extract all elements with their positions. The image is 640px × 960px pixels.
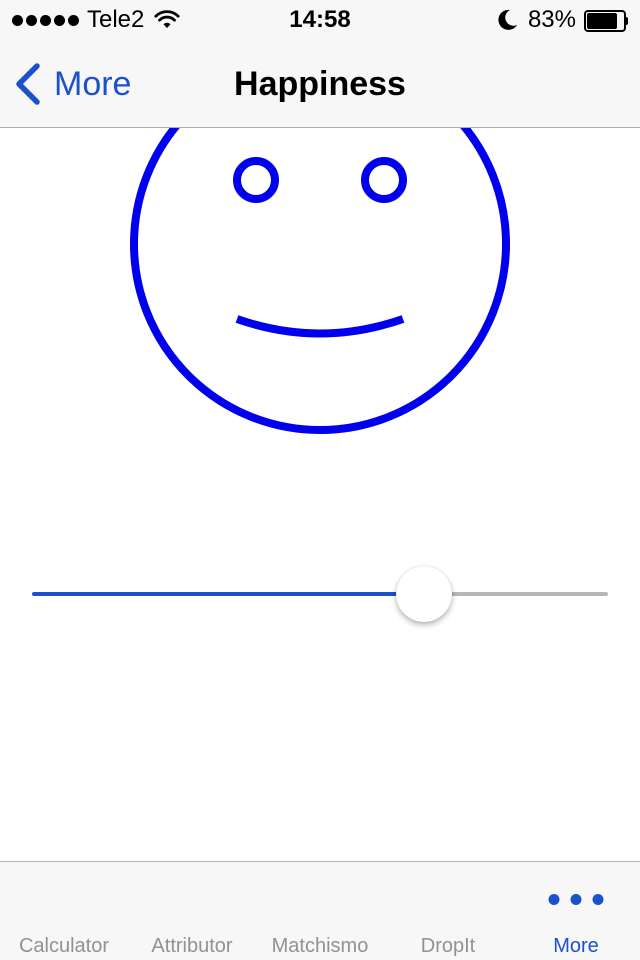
more-dots-icon bbox=[548, 894, 604, 905]
mouth bbox=[235, 315, 405, 338]
tab-calculator[interactable]: Calculator bbox=[0, 862, 128, 960]
navigation-bar: More Happiness bbox=[0, 40, 640, 128]
tab-label: Attributor bbox=[151, 935, 233, 957]
happiness-content bbox=[0, 128, 640, 861]
slider-thumb[interactable] bbox=[396, 566, 452, 622]
face-view bbox=[130, 128, 510, 434]
right-eye bbox=[361, 157, 407, 203]
face-outline bbox=[130, 128, 510, 434]
tab-label: Matchismo bbox=[271, 935, 369, 957]
happiness-slider[interactable] bbox=[32, 564, 608, 624]
page-title: Happiness bbox=[234, 65, 406, 103]
moon-icon bbox=[498, 9, 517, 30]
battery-icon bbox=[584, 10, 628, 32]
tab-label: DropIt bbox=[420, 935, 476, 957]
slider-min-track bbox=[32, 592, 424, 596]
tab-label: Calculator bbox=[18, 935, 110, 957]
tab-attributor[interactable]: Attributor bbox=[128, 862, 256, 960]
tab-dropit[interactable]: DropIt bbox=[384, 862, 512, 960]
status-bar: Tele2 14:58 83% bbox=[0, 0, 640, 40]
tab-more[interactable]: More bbox=[512, 862, 640, 960]
tab-label: More bbox=[553, 935, 599, 957]
tab-bar: Calculator Attributor Matchismo DropIt M… bbox=[0, 861, 640, 960]
battery-percentage: 83% bbox=[527, 6, 576, 33]
tab-matchismo[interactable]: Matchismo bbox=[256, 862, 384, 960]
status-right: 83% bbox=[498, 6, 628, 34]
left-eye bbox=[233, 157, 279, 203]
